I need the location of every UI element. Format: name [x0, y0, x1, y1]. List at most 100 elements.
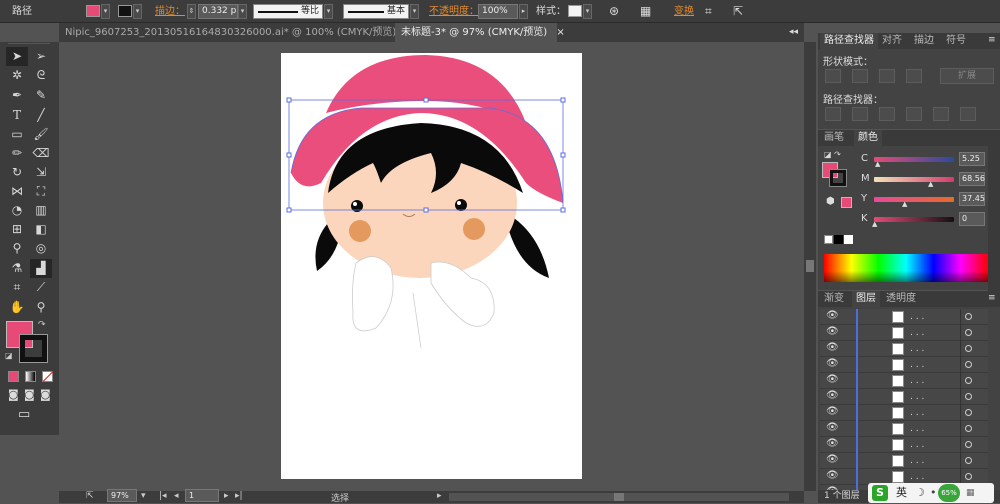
stroke-color-box[interactable] — [19, 334, 48, 363]
handle[interactable] — [560, 97, 566, 103]
color-stroke-box[interactable] — [829, 169, 847, 187]
layer-row[interactable]: 👁 . . . — [820, 357, 988, 373]
channel-k-thumb[interactable]: ▲ — [872, 220, 877, 228]
handle[interactable] — [286, 97, 292, 103]
visibility-eye-icon[interactable]: 👁 — [826, 342, 839, 353]
direct-selection-tool-icon[interactable]: ➢ — [30, 47, 52, 66]
rectangle-tool-icon[interactable]: ▭ — [6, 125, 28, 144]
last-artboard-icon[interactable]: ▸| — [235, 491, 243, 501]
tab-nipic-document[interactable]: Nipic_9607253_20130516164830326000.ai* @… — [59, 23, 414, 42]
layer-row[interactable]: 👁 . . . — [820, 437, 988, 453]
layer-row[interactable]: 👁 . . . — [820, 405, 988, 421]
screen-mode-icon[interactable]: ▭ — [18, 407, 30, 422]
divide-button[interactable] — [825, 107, 841, 121]
draw-inside-icon[interactable]: ◙ — [40, 388, 51, 401]
channel-k-field[interactable]: 0 — [959, 212, 985, 226]
right-panel-scrollbar[interactable] — [988, 134, 1000, 294]
out-of-gamut-icon[interactable]: ⬢ — [826, 196, 835, 207]
gamut-swatch[interactable] — [841, 197, 852, 208]
selection-tool-icon[interactable]: ➤ — [6, 47, 28, 66]
tab-gradient[interactable]: 渐变 — [820, 291, 848, 307]
width-tool-icon[interactable]: ⋈ — [6, 182, 28, 201]
stroke-weight-dropdown[interactable]: ▾ — [238, 4, 247, 19]
tab-transparency[interactable]: 透明度 — [882, 291, 920, 307]
stroke-swatch[interactable] — [118, 5, 132, 17]
align-grid-icon[interactable]: ▦ — [640, 0, 651, 23]
panel-menu-icon[interactable]: ⇱ — [733, 0, 743, 23]
visibility-eye-icon[interactable]: 👁 — [826, 470, 839, 481]
color-spectrum[interactable] — [824, 254, 988, 282]
curvature-tool-icon[interactable]: ✎ — [30, 86, 52, 105]
scale-tool-icon[interactable]: ⇲ — [30, 163, 52, 182]
unite-button[interactable] — [825, 69, 841, 83]
channel-y-thumb[interactable]: ▲ — [902, 200, 907, 208]
zoom-tool-icon[interactable]: ⚲ — [30, 298, 52, 317]
sogou-icon[interactable]: S — [872, 485, 888, 501]
layer-row[interactable]: 👁 . . . — [820, 373, 988, 389]
tab-color[interactable]: 颜色 — [854, 130, 882, 146]
visibility-eye-icon[interactable]: 👁 — [826, 374, 839, 385]
visibility-eye-icon[interactable]: 👁 — [826, 438, 839, 449]
zoom-icon[interactable]: ⇱ — [86, 491, 94, 501]
default-colors-icon[interactable]: ◪ — [5, 351, 13, 360]
slice-tool-icon[interactable]: ⟋ — [30, 278, 52, 297]
merge-button[interactable] — [879, 107, 895, 121]
paintbrush-tool-icon[interactable]: 🖌 — [30, 125, 52, 144]
handle[interactable] — [560, 207, 566, 213]
visibility-eye-icon[interactable]: 👁 — [826, 326, 839, 337]
half-width-icon[interactable]: ☽ — [915, 483, 925, 503]
target-circle-icon[interactable] — [965, 361, 972, 368]
brush-definition[interactable]: 基本 — [343, 4, 409, 19]
target-circle-icon[interactable] — [965, 457, 972, 464]
layer-row[interactable]: 👁 . . . — [820, 421, 988, 437]
opacity-dropdown[interactable]: ▸ — [519, 4, 528, 19]
lasso-tool-icon[interactable]: ᘓ — [30, 66, 52, 85]
column-graph-tool-icon[interactable]: ▟ — [30, 259, 52, 278]
target-circle-icon[interactable] — [965, 345, 972, 352]
crop-button[interactable] — [906, 107, 922, 121]
channel-c-thumb[interactable]: ▲ — [875, 160, 880, 168]
visibility-eye-icon[interactable]: 👁 — [826, 422, 839, 433]
panel-menu-icon[interactable]: ≡ — [988, 293, 996, 303]
color-mode-icon[interactable] — [8, 371, 19, 382]
visibility-eye-icon[interactable]: 👁 — [826, 390, 839, 401]
eraser-tool-icon[interactable]: ⌫ — [30, 144, 52, 163]
tray-grid-icon[interactable]: ▦ — [966, 483, 975, 503]
stroke-label[interactable]: 描边： — [155, 0, 185, 23]
handle[interactable] — [286, 207, 292, 213]
mesh-tool-icon[interactable]: ⊞ — [6, 220, 28, 239]
hand-tool-icon[interactable]: ✋ — [6, 298, 28, 317]
expand-button[interactable]: 扩展 — [940, 68, 994, 84]
stroke-spinner[interactable]: ⇕ — [187, 4, 196, 19]
stroke-dropdown[interactable]: ▾ — [133, 4, 142, 19]
target-circle-icon[interactable] — [965, 441, 972, 448]
channel-m-field[interactable]: 68.56 — [959, 172, 985, 186]
collapse-panels-icon[interactable]: ◂◂ — [789, 23, 798, 42]
draw-normal-icon[interactable]: ◙ — [8, 388, 19, 401]
fill-dropdown[interactable]: ▾ — [101, 4, 110, 19]
target-circle-icon[interactable] — [965, 409, 972, 416]
tab-stroke[interactable]: 描边 — [910, 33, 938, 49]
opacity-field[interactable]: 100% — [478, 4, 518, 19]
magic-wand-tool-icon[interactable]: ✲ — [6, 66, 28, 85]
opacity-label[interactable]: 不透明度： — [429, 0, 479, 23]
profile-dropdown[interactable]: ▾ — [324, 4, 333, 19]
brush-dropdown[interactable]: ▾ — [410, 4, 419, 19]
channel-y-field[interactable]: 37.45 — [959, 192, 985, 206]
fill-swatch[interactable] — [86, 5, 100, 17]
layer-row[interactable]: 👁 . . . — [820, 389, 988, 405]
rotate-tool-icon[interactable]: ↻ — [6, 163, 28, 182]
eyedropper-tool-icon[interactable]: ⚲ — [6, 239, 28, 258]
next-artboard-icon[interactable]: ▸ — [224, 491, 229, 501]
none-swatch[interactable] — [824, 235, 833, 244]
channel-c-slider[interactable] — [874, 157, 954, 162]
line-segment-tool-icon[interactable]: ╱ — [30, 106, 52, 125]
default-fill-stroke-icon[interactable]: ◪ ↷ — [824, 150, 841, 159]
channel-m-slider[interactable] — [874, 177, 954, 182]
variable-width-profile[interactable]: 等比 — [253, 4, 323, 19]
zoom-dropdown-icon[interactable]: ▾ — [141, 491, 146, 501]
layer-row[interactable]: 👁 . . . — [820, 453, 988, 469]
visibility-eye-icon[interactable]: 👁 — [826, 358, 839, 369]
tab-brushes[interactable]: 画笔 — [820, 130, 848, 146]
style-swatch[interactable] — [568, 5, 582, 17]
